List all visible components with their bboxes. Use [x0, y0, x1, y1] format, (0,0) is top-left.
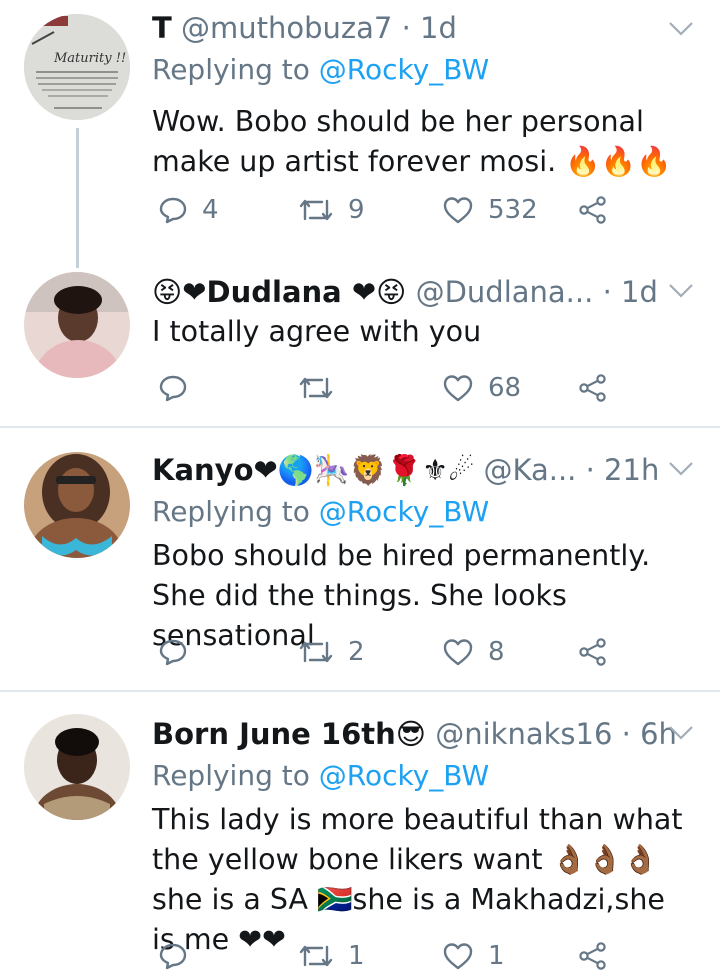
display-name[interactable]: 😝❤Dudlana ❤😝	[152, 275, 406, 309]
user-handle[interactable]: @Dudlana...	[416, 275, 594, 309]
avatar[interactable]	[24, 714, 130, 820]
tweet-3[interactable]: Kanyo❤🌎🎠🦁🌹⚜☄ @Ka... · 21h Replying to @R…	[0, 428, 720, 690]
avatar[interactable]	[24, 452, 130, 558]
like-count: 532	[488, 195, 538, 225]
like-count: 68	[488, 373, 522, 403]
share-button[interactable]	[578, 934, 608, 978]
user-handle[interactable]: @niknaks16	[435, 717, 612, 751]
tweet-text: I totally agree with you	[152, 315, 482, 348]
heart-icon	[443, 639, 473, 666]
avatar[interactable]: Maturity !!	[24, 14, 130, 120]
share-icon	[579, 374, 606, 402]
tweet-header: Born June 16th😎 @niknaks16 · 6h	[152, 712, 690, 756]
avatar-image	[24, 452, 130, 558]
chevron-down-icon[interactable]	[668, 724, 694, 742]
replying-prefix: Replying to	[152, 495, 319, 528]
mention-link[interactable]: @Rocky_BW	[319, 759, 489, 792]
replying-to: Replying to @Rocky_BW	[152, 50, 690, 90]
chevron-down-icon[interactable]	[668, 460, 694, 478]
replying-prefix: Replying to	[152, 53, 319, 86]
display-name[interactable]: T	[152, 11, 172, 45]
like-count: 8	[488, 637, 505, 667]
reply-button[interactable]	[158, 366, 202, 410]
retweet-icon	[299, 199, 333, 221]
user-handle[interactable]: @Ka...	[483, 453, 576, 487]
display-name[interactable]: Kanyo❤🌎🎠🦁🌹⚜☄	[152, 453, 474, 487]
retweet-icon	[299, 377, 333, 399]
reply-icon	[159, 943, 187, 970]
like-button[interactable]: 8	[442, 630, 505, 674]
heart-icon	[443, 197, 473, 224]
retweet-button[interactable]: 2	[298, 630, 365, 674]
timestamp[interactable]: · 21h	[586, 453, 660, 487]
avatar-text: Maturity !!	[53, 51, 126, 66]
share-icon	[579, 942, 606, 970]
retweet-icon	[299, 945, 333, 967]
retweet-count: 1	[348, 941, 365, 971]
tweet-text: Wow. Bobo should be her personal make up…	[152, 105, 672, 178]
reply-count: 4	[202, 195, 219, 225]
reply-icon	[159, 639, 187, 666]
retweet-icon	[299, 641, 333, 663]
tweet-4[interactable]: Born June 16th😎 @niknaks16 · 6h Replying…	[0, 692, 720, 978]
reply-icon	[159, 197, 187, 224]
avatar-image: Maturity !!	[24, 14, 130, 120]
timestamp[interactable]: · 1d	[402, 11, 457, 45]
share-icon	[579, 638, 606, 666]
tweet-header: T @muthobuza7 · 1d	[152, 6, 690, 50]
timestamp[interactable]: · 1d	[603, 275, 658, 309]
tweet-1[interactable]: Maturity !! T @muthobuza7 · 1d Replying …	[0, 0, 720, 268]
mention-link[interactable]: @Rocky_BW	[319, 53, 489, 86]
heart-icon	[443, 943, 473, 970]
tweet-header: 😝❤Dudlana ❤😝 @Dudlana... · 1d	[152, 270, 690, 314]
reply-feed: Maturity !! T @muthobuza7 · 1d Replying …	[0, 0, 720, 978]
share-icon	[579, 196, 606, 224]
retweet-button[interactable]	[298, 366, 348, 410]
chevron-down-icon[interactable]	[668, 282, 694, 300]
heart-icon	[443, 375, 473, 402]
user-handle[interactable]: @muthobuza7	[181, 11, 392, 45]
like-count: 1	[488, 941, 505, 971]
like-button[interactable]: 68	[442, 366, 521, 410]
thread-line	[76, 128, 79, 268]
reply-button[interactable]	[158, 630, 202, 674]
share-button[interactable]	[578, 630, 608, 674]
replying-to: Replying to @Rocky_BW	[152, 492, 690, 532]
tweet-header: Kanyo❤🌎🎠🦁🌹⚜☄ @Ka... · 21h	[152, 448, 690, 492]
reply-button[interactable]: 4	[158, 188, 219, 232]
retweet-button[interactable]: 9	[298, 188, 365, 232]
retweet-button[interactable]: 1	[298, 934, 365, 978]
tweet-2[interactable]: 😝❤Dudlana ❤😝 @Dudlana... · 1d I totally …	[0, 262, 720, 426]
reply-button[interactable]	[158, 934, 202, 978]
share-button[interactable]	[578, 188, 608, 232]
share-button[interactable]	[578, 366, 608, 410]
avatar-image	[24, 272, 130, 378]
reply-icon	[159, 375, 187, 402]
avatar[interactable]	[24, 272, 130, 378]
retweet-count: 9	[348, 195, 365, 225]
replying-prefix: Replying to	[152, 759, 319, 792]
chevron-down-icon[interactable]	[668, 20, 694, 38]
avatar-image	[24, 714, 130, 820]
like-button[interactable]: 1	[442, 934, 505, 978]
display-name[interactable]: Born June 16th😎	[152, 717, 426, 751]
like-button[interactable]: 532	[442, 188, 538, 232]
mention-link[interactable]: @Rocky_BW	[319, 495, 489, 528]
replying-to: Replying to @Rocky_BW	[152, 756, 690, 796]
retweet-count: 2	[348, 637, 365, 667]
